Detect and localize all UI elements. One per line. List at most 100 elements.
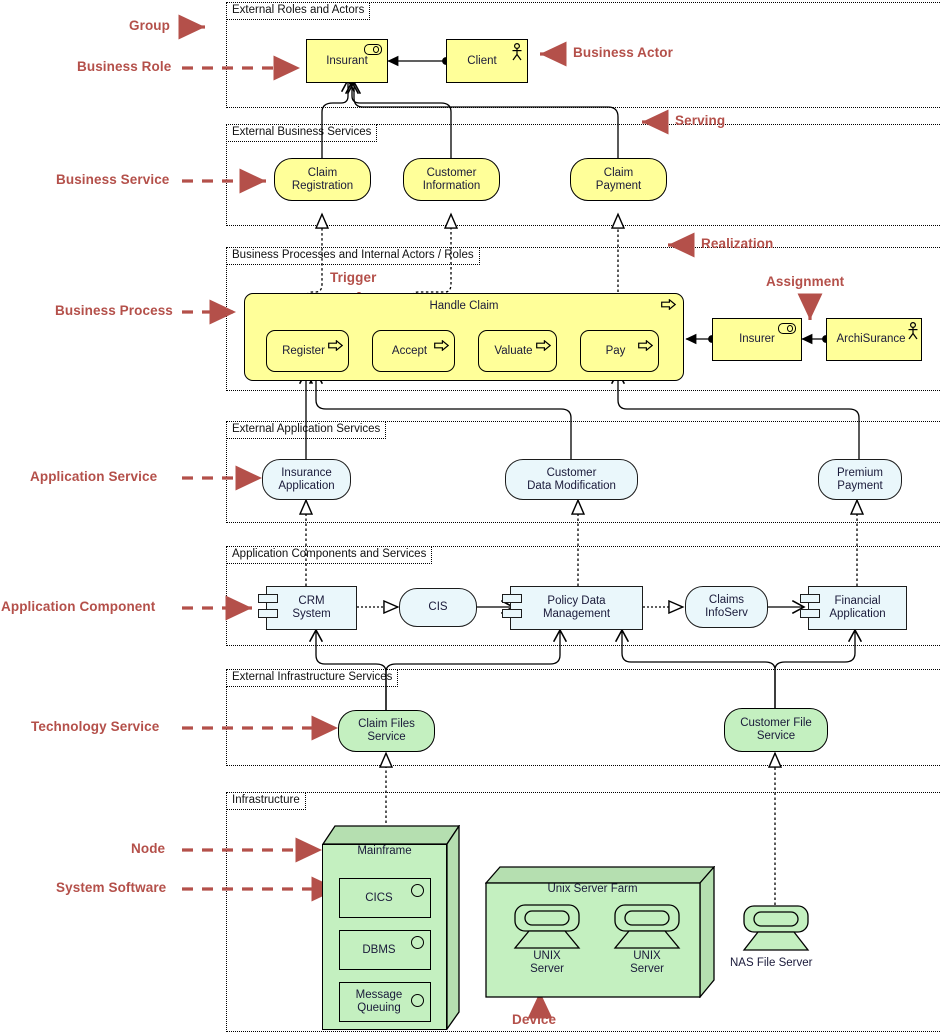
application-component-icon (800, 594, 820, 622)
annotation-realization: Realization (701, 236, 774, 251)
group-label: Business Processes and Internal Actors /… (226, 247, 480, 265)
system-software-dbms[interactable]: DBMS (339, 930, 431, 970)
node-label-line1: Insurance (281, 466, 332, 479)
annotation-assignment: Assignment (766, 274, 845, 289)
application-component-icon (258, 594, 278, 622)
application-component-icon (502, 594, 522, 622)
annotation-trigger: Trigger (330, 270, 377, 285)
node-label-line1: UNIX (533, 950, 561, 962)
group-label: Application Components and Services (226, 546, 433, 564)
node-label: Pay (605, 344, 626, 357)
node-label-line2: Registration (291, 179, 354, 192)
node-label-line2: Management (542, 608, 611, 620)
application-service-insurance-application[interactable]: Insurance Application (262, 459, 351, 500)
node-label-line2: Server (530, 963, 564, 975)
node-label-line1: Claim (307, 166, 338, 179)
group-label: External Roles and Actors (226, 2, 371, 20)
node-label-line1: Financial (834, 595, 881, 607)
node-label-line1: UNIX (633, 950, 661, 962)
node-label-line2: Server (630, 963, 664, 975)
business-process-icon (328, 340, 343, 351)
business-process-icon (661, 299, 676, 310)
node-mainframe[interactable]: Mainframe CICS DBMS Message Queuing (322, 825, 460, 1030)
node-label-line1: Customer (546, 466, 597, 479)
node-label-line2: Application (278, 479, 335, 492)
node-unix-server-farm[interactable]: Unix Server Farm UNIX Server UNIX Server (485, 866, 715, 998)
node-label-line1: CRM (298, 595, 325, 607)
business-service-claim-registration[interactable]: Claim Registration (274, 158, 371, 201)
annotation-node: Node (131, 841, 166, 856)
node-label: DBMS (362, 943, 396, 956)
annotation-business-service: Business Service (56, 172, 170, 187)
device-unix-server-2[interactable]: UNIX Server (607, 904, 687, 982)
business-process-valuate[interactable]: Valuate (478, 330, 557, 372)
group-label: External Infrastructure Services (226, 669, 399, 687)
annotation-business-process: Business Process (55, 303, 173, 318)
node-label: ArchiSurance (836, 333, 906, 345)
application-service-customer-data-modification[interactable]: Customer Data Modification (505, 459, 638, 500)
group-external-infrastructure-services: External Infrastructure Services (226, 669, 941, 766)
annotation-serving: Serving (675, 113, 726, 128)
system-software-icon (411, 936, 424, 949)
node-label: Accept (391, 344, 428, 357)
node-label-line1: Claim (603, 166, 634, 179)
business-role-insurant[interactable]: Insurant (306, 39, 388, 83)
node-label-line2: Payment (837, 479, 883, 492)
node-label: Handle Claim (429, 300, 499, 312)
system-software-message-queuing[interactable]: Message Queuing (339, 982, 431, 1022)
device-nas-file-server[interactable]: NAS File Server (730, 905, 817, 980)
archimate-layered-diagram: External Roles and Actors External Busin… (0, 0, 941, 1036)
business-service-customer-information[interactable]: Customer Information (403, 158, 500, 201)
business-actor-icon (512, 43, 522, 61)
node-label-line1: Message (355, 989, 403, 1001)
application-component-policy-data-management[interactable]: Policy Data Management (502, 586, 643, 630)
application-service-claims-infoserv[interactable]: Claims InfoServ (685, 586, 768, 628)
system-software-icon (411, 884, 424, 897)
node-label: Unix Server Farm (547, 883, 638, 895)
node-label-line2: Information (422, 179, 481, 192)
node-label: CIS (428, 601, 448, 613)
group-label: External Business Services (226, 124, 378, 142)
business-process-icon (434, 340, 449, 351)
business-actor-client[interactable]: Client (446, 39, 528, 83)
node-label-line1: Policy Data (547, 595, 606, 607)
application-service-premium-payment[interactable]: Premium Payment (818, 459, 902, 500)
application-component-financial-application[interactable]: Financial Application (800, 586, 907, 630)
business-process-register[interactable]: Register (266, 330, 349, 372)
business-role-icon (364, 44, 382, 55)
node-label: Valuate (494, 344, 533, 357)
business-process-pay[interactable]: Pay (580, 330, 659, 372)
group-label: Infrastructure (226, 792, 306, 810)
business-process-accept[interactable]: Accept (372, 330, 455, 372)
node-label: Insurer (739, 333, 775, 345)
node-label-line2: Service (756, 730, 796, 742)
node-label-line2: Data Modification (527, 479, 616, 492)
annotation-application-service: Application Service (30, 469, 158, 484)
business-role-icon (778, 323, 796, 334)
business-process-icon (536, 340, 551, 351)
system-software-cics[interactable]: CICS (339, 878, 431, 918)
node-label-line1: Premium (836, 466, 883, 479)
device-unix-server-1[interactable]: UNIX Server (507, 904, 587, 982)
node-label-line1: Customer (426, 166, 477, 179)
node-label: CICS (365, 891, 393, 904)
technology-service-claim-files-service[interactable]: Claim Files Service (338, 710, 435, 752)
technology-service-customer-file-service[interactable]: Customer File Service (724, 708, 828, 752)
node-label-line2: Payment (595, 179, 642, 192)
annotation-business-actor: Business Actor (573, 45, 673, 60)
node-label: Insurant (326, 54, 368, 67)
annotation-technology-service: Technology Service (31, 719, 160, 734)
business-role-insurer[interactable]: Insurer (712, 318, 802, 361)
business-service-claim-payment[interactable]: Claim Payment (570, 158, 667, 201)
node-label: Register (282, 344, 325, 357)
annotation-device: Device (512, 1012, 557, 1027)
business-actor-archisurance[interactable]: ArchiSurance (826, 318, 922, 361)
node-label-line2: InfoServ (705, 607, 748, 619)
application-service-cis[interactable]: CIS (399, 588, 477, 627)
system-software-icon (411, 994, 424, 1007)
business-process-icon (638, 340, 653, 351)
application-component-crm-system[interactable]: CRM System (258, 586, 357, 630)
node-label-line2: System (292, 608, 331, 620)
annotation-application-component: Application Component (1, 599, 156, 614)
node-label: Mainframe (357, 845, 412, 857)
